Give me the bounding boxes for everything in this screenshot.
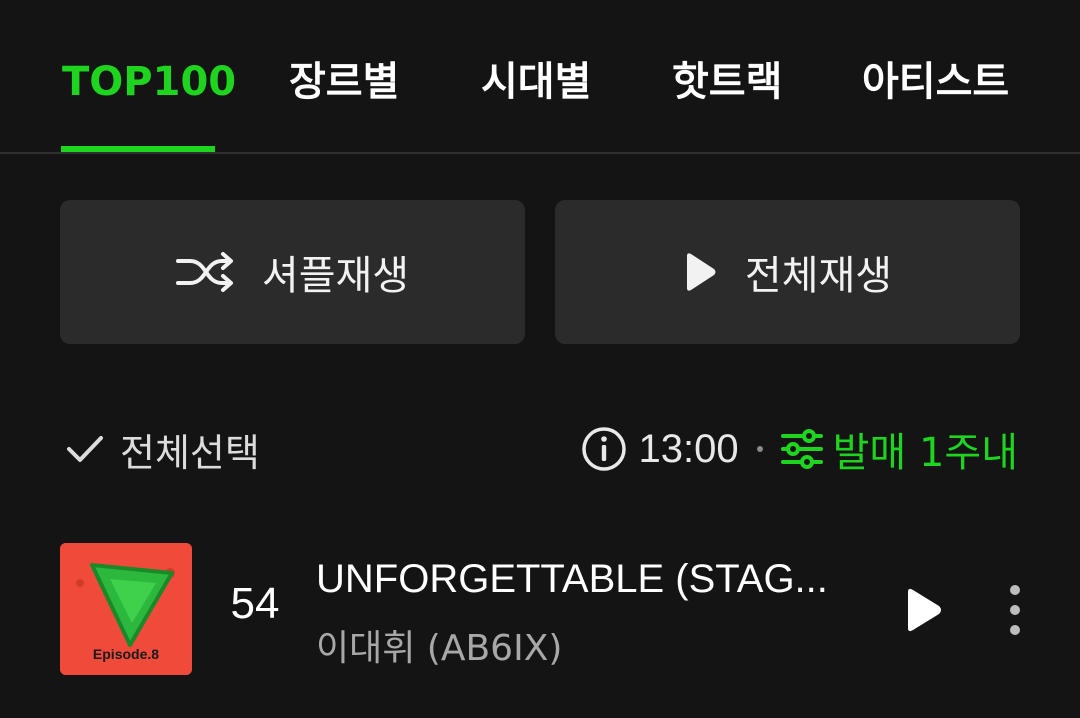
track-play-button[interactable] — [900, 587, 946, 633]
tab-top100[interactable]: TOP100 — [62, 56, 236, 108]
category-tabs: TOP100 장르별 시대별 핫트랙 아티스트 — [0, 0, 1080, 154]
more-vertical-icon — [1010, 585, 1020, 635]
play-all-label: 전체재생 — [744, 253, 893, 299]
chart-info-group: 13:00 발매 1주내 — [581, 415, 1018, 483]
tab-era[interactable]: 시대별 — [481, 56, 591, 108]
shuffle-play-label: 셔플재생 — [261, 253, 410, 299]
track-artist: 이대휘 (AB6IX) — [316, 628, 563, 669]
check-icon — [66, 434, 104, 464]
active-tab-indicator — [61, 146, 215, 152]
play-icon — [908, 588, 941, 632]
album-art-text: Episode.8 — [93, 646, 159, 662]
select-all-button[interactable]: 전체선택 — [66, 415, 260, 483]
select-all-label: 전체선택 — [120, 430, 260, 475]
tab-genre[interactable]: 장르별 — [289, 56, 399, 108]
album-art[interactable]: Episode.8 — [60, 543, 192, 675]
play-all-button[interactable]: 전체재생 — [555, 200, 1020, 344]
shuffle-icon — [175, 252, 234, 292]
chart-update-time: 13:00 — [638, 426, 739, 471]
tab-artist[interactable]: 아티스트 — [862, 56, 1009, 108]
tab-hot-track[interactable]: 핫트랙 — [672, 56, 782, 108]
play-icon — [683, 252, 717, 292]
chart-screen: TOP100 장르별 시대별 핫트랙 아티스트 셔플재생 전체재생 전체선택 1… — [0, 0, 1080, 718]
filter-icon[interactable] — [780, 429, 823, 469]
more-options-button[interactable] — [1002, 583, 1028, 637]
separator-dot — [756, 446, 763, 452]
track-rank: 54 — [230, 579, 280, 628]
track-row[interactable]: Episode.8 54 UNFORGETTABLE (STAG... 이대휘 … — [0, 543, 1080, 677]
release-filter-button[interactable]: 발매 1주내 — [833, 420, 1018, 478]
track-title: UNFORGETTABLE (STAG... — [316, 557, 828, 601]
info-icon[interactable] — [581, 426, 627, 472]
list-toolbar: 전체선택 13:00 발매 1주내 — [0, 415, 1080, 483]
shuffle-play-button[interactable]: 셔플재생 — [60, 200, 525, 344]
